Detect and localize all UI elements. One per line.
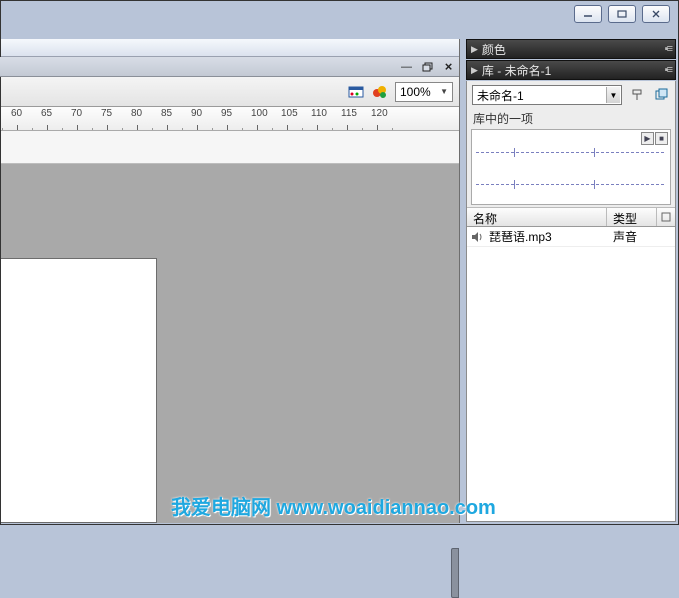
waveform-icon — [476, 184, 666, 185]
expand-icon: ▶ — [471, 65, 478, 76]
zoom-combo[interactable]: 100% ▼ — [395, 82, 453, 102]
panel-splitter[interactable] — [451, 548, 459, 598]
sound-icon — [471, 231, 485, 243]
library-grid-header: 名称 类型 — [467, 207, 675, 227]
doc-restore-button[interactable] — [419, 59, 436, 74]
library-status: 库中的一项 — [467, 109, 675, 127]
preview-play-button[interactable]: ▶ — [641, 132, 654, 145]
preview-stop-button[interactable]: ■ — [655, 132, 668, 145]
zoom-value: 100% — [400, 85, 431, 99]
minimize-button[interactable] — [574, 5, 602, 23]
item-type: 声音 — [609, 228, 675, 245]
column-type[interactable]: 类型 — [607, 208, 657, 226]
timeline-ruler[interactable]: 556065707580859095100105110115120 — [1, 107, 459, 131]
panel-menu-icon[interactable]: ▪≡ — [665, 64, 671, 76]
column-name[interactable]: 名称 — [467, 208, 607, 226]
expand-icon: ▶ — [471, 44, 478, 55]
library-grid-body[interactable]: 琵琶语.mp3 声音 — [467, 227, 675, 521]
scene-icon[interactable] — [347, 83, 365, 101]
library-panel-header[interactable]: ▶ 库 - 未命名-1 ▪≡ — [466, 60, 676, 80]
stage[interactable] — [1, 258, 157, 523]
item-name: 琵琶语.mp3 — [489, 228, 552, 245]
library-preview: ▶ ■ — [471, 129, 671, 205]
document-combo[interactable]: 未命名-1 ▼ — [472, 85, 622, 105]
new-library-button[interactable] — [652, 86, 670, 104]
doc-close-button[interactable]: × — [440, 59, 457, 74]
stage-area — [1, 164, 459, 523]
workspace-icon[interactable] — [371, 83, 389, 101]
pin-library-button[interactable] — [628, 86, 646, 104]
color-panel-header[interactable]: ▶ 颜色 ▪≡ — [466, 39, 676, 59]
document-header: — × — [0, 57, 459, 77]
maximize-button[interactable] — [608, 5, 636, 23]
library-panel-title: 库 - 未命名-1 — [482, 62, 551, 79]
panel-menu-icon[interactable]: ▪≡ — [665, 43, 671, 55]
chevron-down-icon: ▼ — [440, 87, 448, 96]
column-options-button[interactable] — [657, 208, 675, 226]
right-panels: ▶ 颜色 ▪≡ ▶ 库 - 未命名-1 ▪≡ 未命名-1 ▼ 库中的一项 ▶ ■… — [466, 39, 676, 522]
chevron-down-icon: ▼ — [606, 87, 620, 103]
toolbar: 100% ▼ — [1, 77, 459, 107]
timeline-bar — [1, 131, 459, 164]
waveform-icon — [476, 152, 666, 153]
combo-value: 未命名-1 — [477, 87, 524, 104]
doc-minimize-button[interactable]: — — [398, 59, 415, 74]
library-panel-body: 未命名-1 ▼ 库中的一项 ▶ ■ 名称 类型 琵琶语.mp3 — [466, 81, 676, 522]
top-strip — [1, 39, 459, 57]
close-button[interactable] — [642, 5, 670, 23]
main-area: — × 100% ▼ 556065707580859095100105110115… — [1, 39, 460, 523]
color-panel-title: 颜色 — [482, 41, 506, 58]
list-item[interactable]: 琵琶语.mp3 声音 — [467, 227, 675, 247]
